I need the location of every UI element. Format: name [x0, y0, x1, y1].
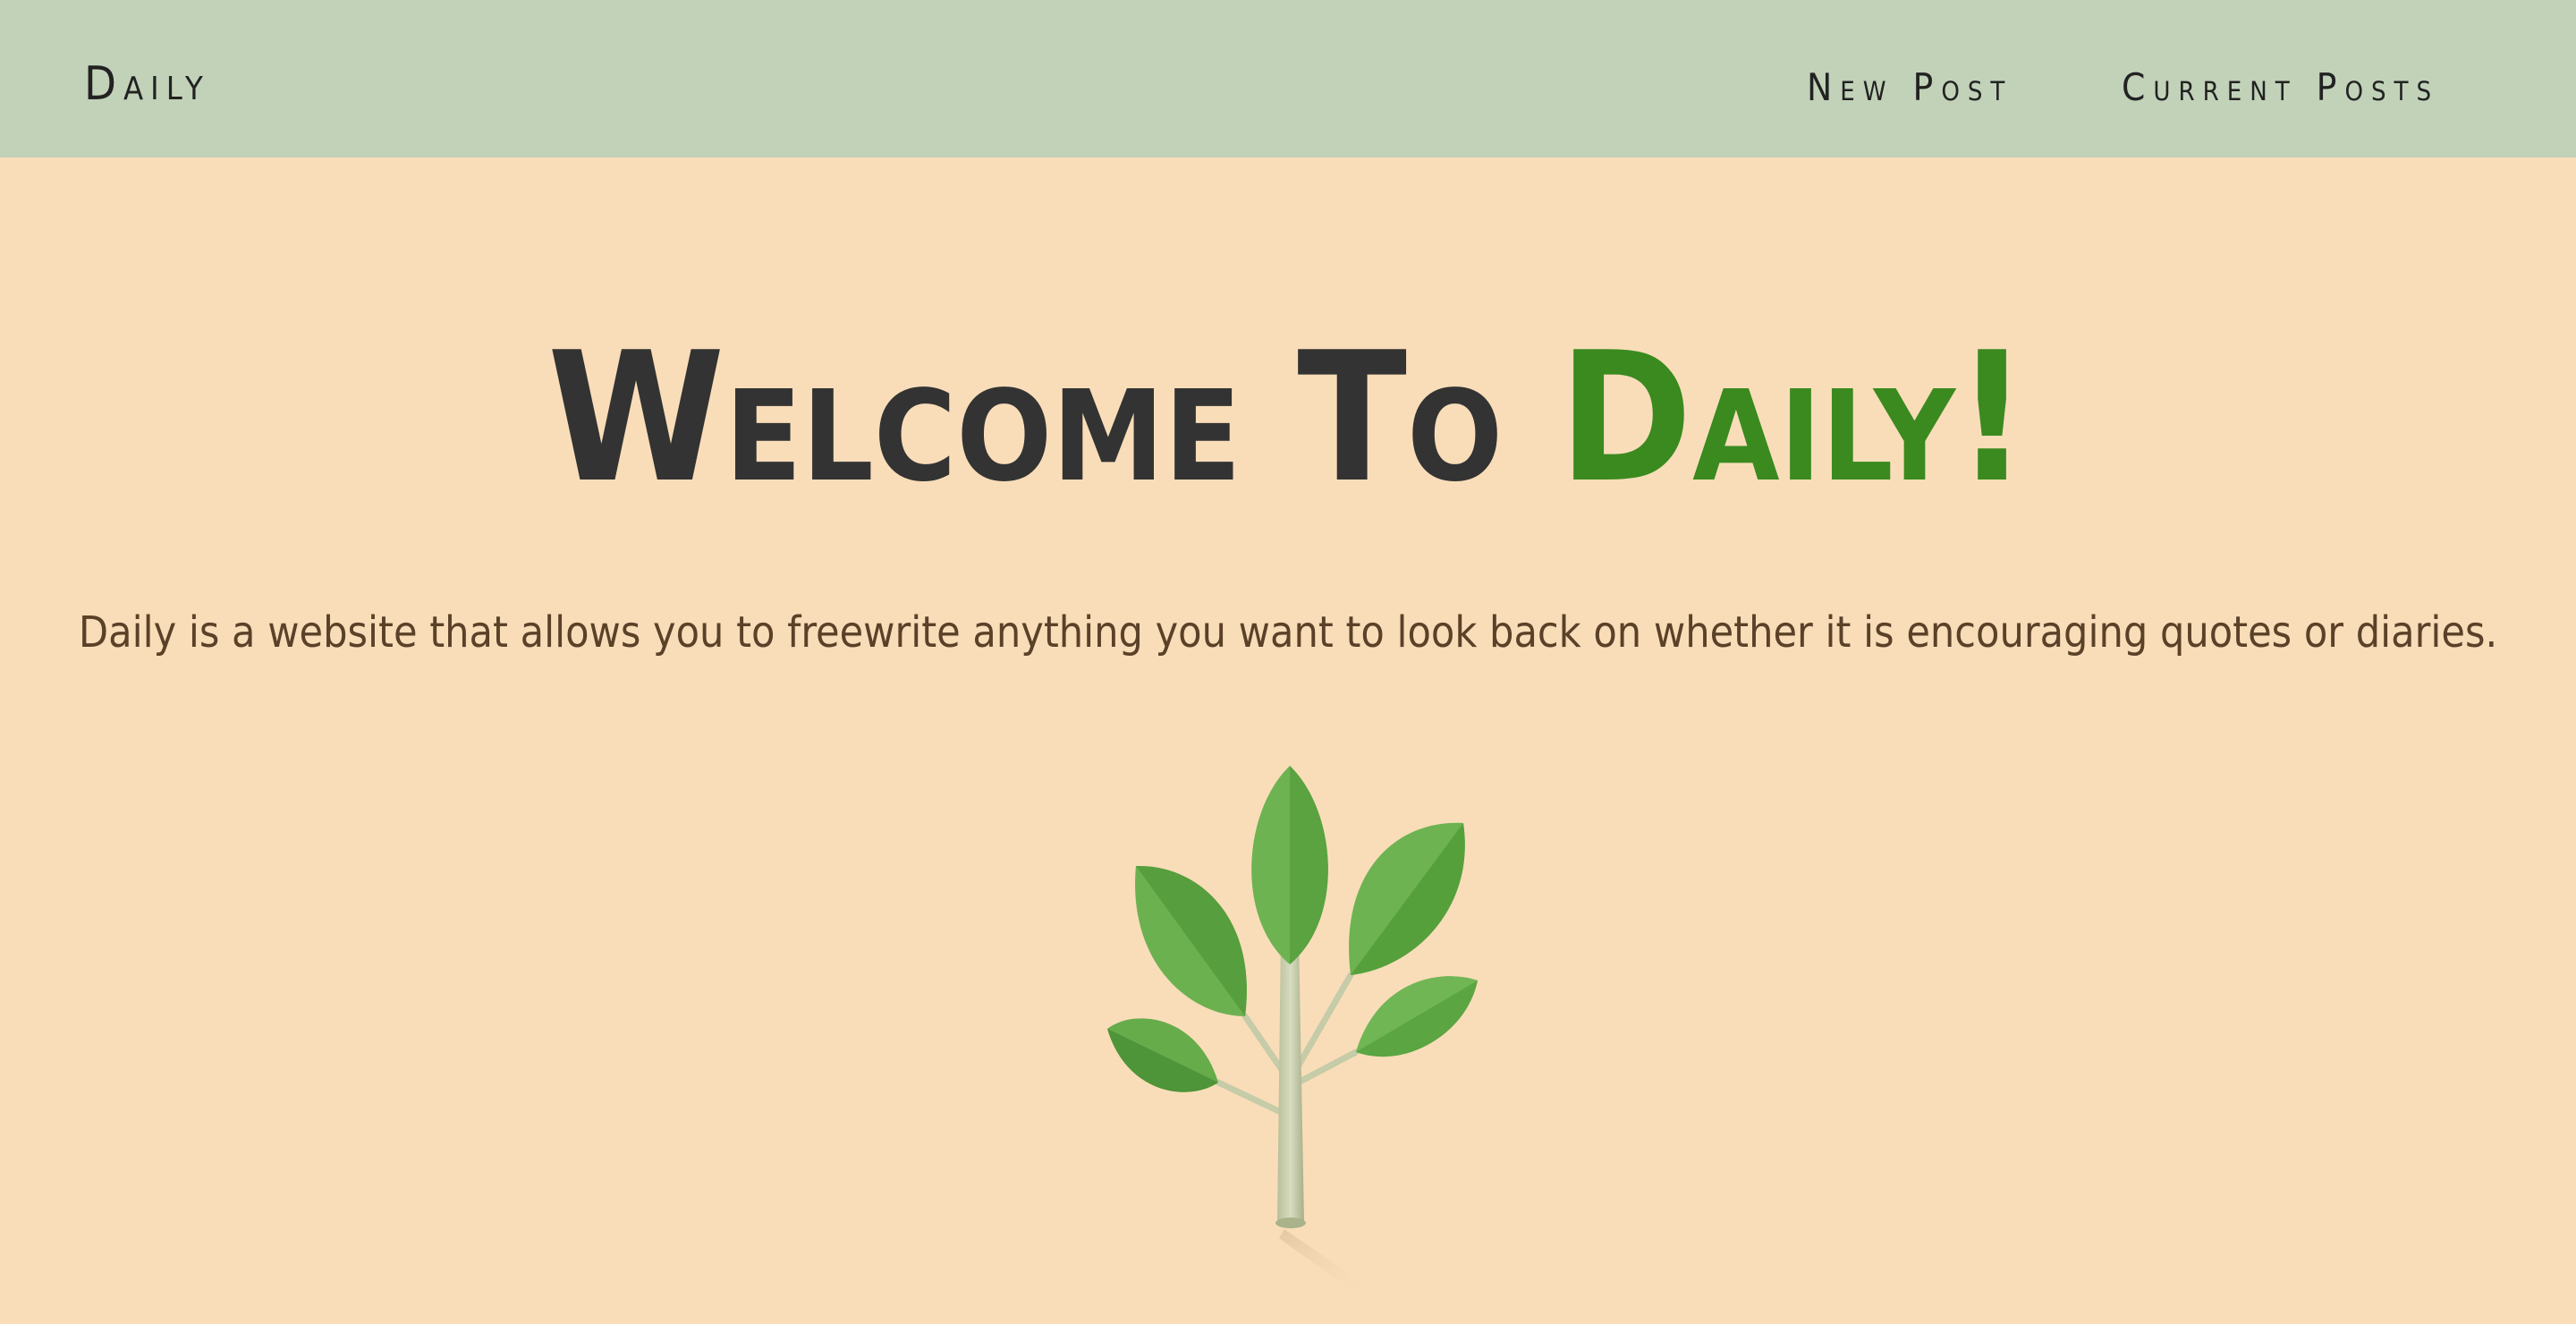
brand-logo[interactable]: Daily	[84, 55, 210, 113]
nav-link-new-post[interactable]: New Post	[1807, 63, 2012, 113]
page-subtitle: Daily is a website that allows you to fr…	[78, 607, 2498, 658]
title-prefix: Welcome To	[547, 314, 1559, 522]
navbar: Daily New Post Current Posts	[0, 0, 2576, 157]
page-title: Welcome To Daily!	[0, 311, 2576, 526]
title-accent: Daily!	[1558, 314, 2029, 522]
plant-sprout-icon	[1107, 766, 1478, 1294]
nav-link-current-posts[interactable]: Current Posts	[2122, 63, 2439, 113]
